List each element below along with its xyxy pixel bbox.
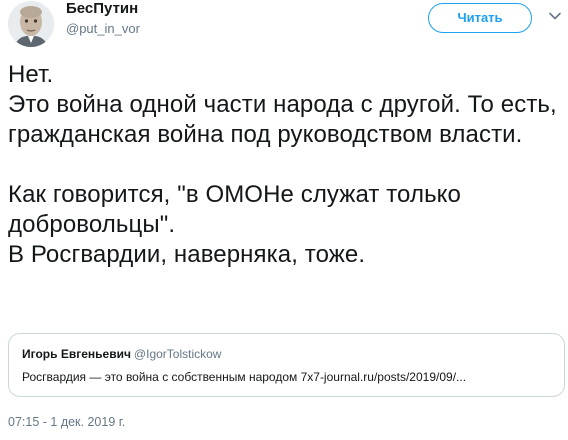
- quoted-tweet-author: Игорь Евгеньевич @IgorTolstickow: [22, 346, 221, 362]
- quoted-tweet-text: Росгвардия — это война с собственным нар…: [22, 370, 467, 384]
- tweet-header: БесПутин @put_in_vor Читать: [0, 0, 568, 50]
- quoted-author-handle: @IgorTolstickow: [133, 347, 222, 361]
- tweet-text: Нет. Это война одной части народа с друг…: [8, 61, 557, 268]
- avatar[interactable]: [8, 1, 54, 47]
- tweet-timestamp[interactable]: 07:15 - 1 дек. 2019 г.: [8, 414, 125, 430]
- follow-button[interactable]: Читать: [428, 3, 532, 33]
- author-display-name[interactable]: БесПутин: [66, 0, 138, 18]
- chevron-down-icon[interactable]: [547, 8, 563, 24]
- quoted-author-name: Игорь Евгеньевич: [22, 347, 131, 361]
- avatar-image: [8, 1, 54, 47]
- author-handle[interactable]: @put_in_vor: [66, 21, 140, 37]
- quoted-tweet[interactable]: Игорь Евгеньевич @IgorTolstickow Росгвард…: [8, 333, 565, 397]
